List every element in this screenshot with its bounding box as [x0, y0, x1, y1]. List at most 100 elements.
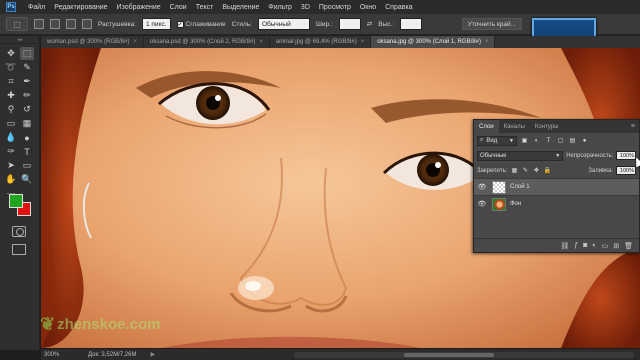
lock-pixels-icon[interactable]: ✎	[521, 167, 529, 175]
width-input[interactable]	[338, 18, 361, 30]
layers-panel: Слои Каналы Контуры ≡ ⌕ Вид ▼ ▣ ◐ T ▢ ▤ …	[473, 119, 640, 253]
tool-preset-picker[interactable]: ⬚	[6, 17, 28, 31]
watermark-text: zhenskoe.com	[57, 316, 161, 333]
fill-input[interactable]: 100%	[616, 166, 636, 175]
close-icon[interactable]: ×	[259, 39, 263, 45]
tab-label: oksana.psd @ 300% (Слой 2, RGB/8#)	[149, 39, 256, 45]
layer-row-sloy1[interactable]: 👁 Слой 1	[474, 178, 639, 195]
tab-channels[interactable]: Каналы	[499, 120, 530, 133]
move-tool-icon[interactable]: ✥	[4, 47, 18, 60]
eraser-tool-icon[interactable]: ▭	[4, 117, 18, 130]
layer-thumbnail	[492, 197, 506, 211]
eye-icon[interactable]: 👁	[474, 183, 490, 191]
menu-window[interactable]: Окно	[360, 4, 376, 11]
menu-select[interactable]: Выделение	[222, 4, 259, 11]
menu-view[interactable]: Просмотр	[319, 4, 351, 11]
lasso-tool-icon[interactable]: ➰	[4, 61, 18, 74]
eye-icon[interactable]: 👁	[474, 200, 490, 208]
new-group-icon[interactable]: ▭	[602, 242, 609, 250]
screen-mode-icon[interactable]	[12, 244, 26, 255]
kind-label: Вид	[486, 137, 498, 144]
refine-edge-button[interactable]: Уточнить край...	[461, 18, 522, 30]
horizontal-scrollbar[interactable]	[294, 351, 634, 358]
filter-smart-icon[interactable]: ▤	[568, 136, 577, 145]
height-input[interactable]	[400, 18, 423, 30]
menu-filter[interactable]: Фильтр	[268, 4, 292, 11]
lock-row: Закрепить: ▦ ✎ ✥ 🔒 Заливка: 100%	[474, 163, 639, 178]
marquee-icon: ⬚	[13, 19, 21, 29]
close-icon[interactable]: ×	[485, 39, 489, 45]
quick-mask-icon[interactable]	[12, 226, 26, 237]
lock-all-icon[interactable]: 🔒	[543, 167, 551, 175]
healing-tool-icon[interactable]: ✚	[4, 89, 18, 102]
sprout-icon: ❦	[40, 314, 56, 334]
delete-layer-icon[interactable]: 🗑	[624, 242, 633, 250]
subtract-selection-icon[interactable]	[66, 19, 76, 29]
menu-type[interactable]: Текст	[196, 4, 214, 11]
filter-adjustment-icon[interactable]: ◐	[532, 136, 541, 145]
quick-select-tool-icon[interactable]: ✎	[20, 61, 34, 74]
lock-position-icon[interactable]: ✥	[532, 167, 540, 175]
blur-tool-icon[interactable]: 💧	[4, 131, 18, 144]
foreground-color-swatch[interactable]	[9, 194, 23, 208]
style-select[interactable]: Обычный	[257, 18, 310, 30]
menu-edit[interactable]: Редактирование	[54, 4, 107, 11]
tab-animal[interactable]: animal.jpg @ 69,4% (RGB/8#) ×	[270, 36, 372, 48]
menu-3d[interactable]: 3D	[301, 4, 310, 11]
adjustment-layer-icon[interactable]: ◐	[592, 242, 596, 249]
path-select-tool-icon[interactable]: ➤	[4, 159, 18, 172]
fx-icon[interactable]: ƒ	[574, 242, 578, 249]
tab-woman[interactable]: woman.psd @ 300% (RGB/8#) ×	[41, 36, 144, 48]
brush-tool-icon[interactable]: ✏	[20, 89, 34, 102]
add-mask-icon[interactable]: ◙	[583, 242, 587, 249]
filter-shape-icon[interactable]: ▢	[556, 136, 565, 145]
feather-input[interactable]: 1 пикс.	[141, 18, 171, 30]
status-menu-icon[interactable]: ▶	[150, 351, 155, 358]
shape-tool-icon[interactable]: ▭	[20, 159, 34, 172]
zoom-level[interactable]: 300%	[44, 352, 74, 358]
hand-tool-icon[interactable]: ✋	[4, 173, 18, 186]
stamp-tool-icon[interactable]: ⚲	[4, 103, 18, 116]
marquee-tool-icon[interactable]: ⬚	[20, 47, 34, 60]
filter-toggle-icon[interactable]: ●	[580, 136, 589, 145]
tab-layers[interactable]: Слои	[474, 120, 499, 133]
document-tabs: woman.psd @ 300% (RGB/8#) × oksana.psd @ …	[41, 36, 640, 48]
lock-transparency-icon[interactable]: ▦	[510, 167, 518, 175]
color-swatches[interactable]	[9, 194, 33, 218]
close-icon[interactable]: ×	[361, 39, 365, 45]
menu-image[interactable]: Изображение	[117, 4, 161, 11]
menu-file[interactable]: Файл	[28, 4, 45, 11]
app-logo-icon[interactable]: Ps	[6, 2, 16, 12]
new-selection-icon[interactable]	[34, 19, 44, 29]
eyedropper-tool-icon[interactable]: ✒	[20, 75, 34, 88]
crop-tool-icon[interactable]: ⌗	[4, 75, 18, 88]
swap-icon[interactable]: ⇄	[367, 20, 372, 28]
history-brush-tool-icon[interactable]: ↺	[20, 103, 34, 116]
gradient-tool-icon[interactable]: ▦	[20, 117, 34, 130]
dodge-tool-icon[interactable]: ●	[20, 131, 34, 144]
antialias-checkbox[interactable]: ✓ Сглаживание	[176, 20, 226, 28]
blend-mode-select[interactable]: Обычные ▼	[477, 150, 564, 161]
status-bar: 300% Док: 3,52М/7,26М ▶	[41, 348, 640, 360]
panel-grip[interactable]: ◂◂	[0, 36, 39, 44]
tab-oksana-jpg[interactable]: oksana.jpg @ 300% (Слой 1, RGB/8#) ×	[371, 36, 496, 48]
filter-pixel-icon[interactable]: ▣	[520, 136, 529, 145]
layer-row-background[interactable]: 👁 Фон	[474, 195, 639, 212]
menu-bar: Ps Файл Редактирование Изображение Слои …	[0, 0, 640, 14]
panel-menu-icon[interactable]: ≡	[631, 120, 635, 133]
zoom-tool-icon[interactable]: 🔍	[20, 173, 34, 186]
tab-paths[interactable]: Контуры	[530, 120, 564, 133]
menu-help[interactable]: Справка	[385, 4, 412, 11]
kind-filter-select[interactable]: ⌕ Вид ▼	[477, 135, 517, 146]
link-layers-icon[interactable]: ⛓	[560, 242, 569, 250]
layers-footer: ⛓ ƒ ◙ ◐ ▭ ⊞ 🗑	[474, 238, 639, 252]
intersect-selection-icon[interactable]	[82, 19, 92, 29]
close-icon[interactable]: ×	[133, 39, 137, 45]
menu-layer[interactable]: Слои	[170, 4, 187, 11]
new-layer-icon[interactable]: ⊞	[613, 242, 619, 250]
add-selection-icon[interactable]	[50, 19, 60, 29]
pen-tool-icon[interactable]: ✑	[4, 145, 18, 158]
type-tool-icon[interactable]: T	[20, 145, 34, 158]
filter-type-icon[interactable]: T	[544, 136, 553, 145]
tab-oksana-psd[interactable]: oksana.psd @ 300% (Слой 2, RGB/8#) ×	[144, 36, 270, 48]
